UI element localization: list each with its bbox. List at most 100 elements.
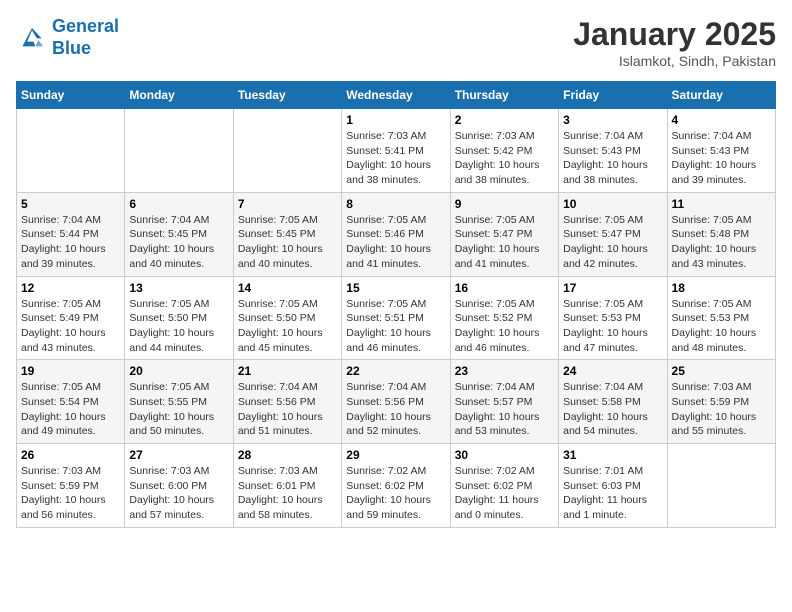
day-info: Sunrise: 7:05 AMSunset: 5:49 PMDaylight:… bbox=[21, 297, 120, 356]
day-cell: 23Sunrise: 7:04 AMSunset: 5:57 PMDayligh… bbox=[450, 360, 558, 444]
day-cell: 26Sunrise: 7:03 AMSunset: 5:59 PMDayligh… bbox=[17, 444, 125, 528]
day-cell: 13 Sunrise: 7:05 AMSunset: 5:50 PMDayligh… bbox=[125, 276, 233, 360]
day-info: Sunrise: 7:05 AMSunset: 5:45 PMDaylight:… bbox=[238, 213, 337, 272]
weekday-header-row: SundayMondayTuesdayWednesdayThursdayFrid… bbox=[17, 82, 776, 109]
weekday-header-thursday: Thursday bbox=[450, 82, 558, 109]
day-cell: 1Sunrise: 7:03 AMSunset: 5:41 PMDaylight… bbox=[342, 109, 450, 193]
location: Islamkot, Sindh, Pakistan bbox=[573, 53, 776, 69]
page-header: General Blue January 2025 Islamkot, Sind… bbox=[16, 16, 776, 69]
day-info: Sunrise: 7:04 AMSunset: 5:56 PMDaylight:… bbox=[346, 380, 445, 439]
logo: General Blue bbox=[16, 16, 119, 59]
day-cell: 28 Sunrise: 7:03 AMSunset: 6:01 PMDayligh… bbox=[233, 444, 341, 528]
weekday-header-wednesday: Wednesday bbox=[342, 82, 450, 109]
day-number: 31 bbox=[563, 448, 662, 462]
day-cell bbox=[667, 444, 775, 528]
day-cell: 2 Sunrise: 7:03 AMSunset: 5:42 PMDaylight… bbox=[450, 109, 558, 193]
day-cell: 27Sunrise: 7:03 AMSunset: 6:00 PMDayligh… bbox=[125, 444, 233, 528]
day-info: Sunrise: 7:05 AMSunset: 5:53 PMDaylight:… bbox=[563, 297, 662, 356]
day-number: 29 bbox=[346, 448, 445, 462]
day-number: 5 bbox=[21, 197, 120, 211]
day-info: Sunrise: 7:05 AMSunset: 5:47 PMDaylight:… bbox=[563, 213, 662, 272]
day-number: 20 bbox=[129, 364, 228, 378]
week-row-5: 26Sunrise: 7:03 AMSunset: 5:59 PMDayligh… bbox=[17, 444, 776, 528]
day-number: 24 bbox=[563, 364, 662, 378]
day-number: 7 bbox=[238, 197, 337, 211]
day-number: 10 bbox=[563, 197, 662, 211]
week-row-4: 19Sunrise: 7:05 AMSunset: 5:54 PMDayligh… bbox=[17, 360, 776, 444]
weekday-header-friday: Friday bbox=[559, 82, 667, 109]
weekday-header-monday: Monday bbox=[125, 82, 233, 109]
day-info: Sunrise: 7:05 AMSunset: 5:46 PMDaylight:… bbox=[346, 213, 445, 272]
day-info: Sunrise: 7:04 AMSunset: 5:45 PMDaylight:… bbox=[129, 213, 228, 272]
day-number: 27 bbox=[129, 448, 228, 462]
day-number: 22 bbox=[346, 364, 445, 378]
day-cell: 12 Sunrise: 7:05 AMSunset: 5:49 PMDayligh… bbox=[17, 276, 125, 360]
day-info: Sunrise: 7:05 AMSunset: 5:47 PMDaylight:… bbox=[455, 213, 554, 272]
day-number: 14 bbox=[238, 281, 337, 295]
day-info: Sunrise: 7:02 AMSunset: 6:02 PMDaylight:… bbox=[455, 464, 554, 523]
day-number: 4 bbox=[672, 113, 771, 127]
day-info: Sunrise: 7:04 AMSunset: 5:43 PMDaylight:… bbox=[672, 129, 771, 188]
day-cell: 11 Sunrise: 7:05 AMSunset: 5:48 PMDayligh… bbox=[667, 192, 775, 276]
day-cell: 14 Sunrise: 7:05 AMSunset: 5:50 PMDayligh… bbox=[233, 276, 341, 360]
day-cell: 30 Sunrise: 7:02 AMSunset: 6:02 PMDayligh… bbox=[450, 444, 558, 528]
day-cell: 24 Sunrise: 7:04 AMSunset: 5:58 PMDayligh… bbox=[559, 360, 667, 444]
day-cell: 16Sunrise: 7:05 AMSunset: 5:52 PMDayligh… bbox=[450, 276, 558, 360]
day-info: Sunrise: 7:03 AMSunset: 5:42 PMDaylight:… bbox=[455, 129, 554, 188]
day-number: 8 bbox=[346, 197, 445, 211]
day-info: Sunrise: 7:05 AMSunset: 5:50 PMDaylight:… bbox=[129, 297, 228, 356]
week-row-1: 1Sunrise: 7:03 AMSunset: 5:41 PMDaylight… bbox=[17, 109, 776, 193]
day-number: 1 bbox=[346, 113, 445, 127]
day-info: Sunrise: 7:05 AMSunset: 5:48 PMDaylight:… bbox=[672, 213, 771, 272]
day-number: 16 bbox=[455, 281, 554, 295]
day-cell bbox=[233, 109, 341, 193]
day-number: 9 bbox=[455, 197, 554, 211]
logo-line2: Blue bbox=[52, 38, 91, 58]
day-cell bbox=[17, 109, 125, 193]
day-number: 30 bbox=[455, 448, 554, 462]
day-cell: 31 Sunrise: 7:01 AMSunset: 6:03 PMDayligh… bbox=[559, 444, 667, 528]
day-number: 12 bbox=[21, 281, 120, 295]
day-cell: 22 Sunrise: 7:04 AMSunset: 5:56 PMDayligh… bbox=[342, 360, 450, 444]
day-cell: 21Sunrise: 7:04 AMSunset: 5:56 PMDayligh… bbox=[233, 360, 341, 444]
day-cell: 4 Sunrise: 7:04 AMSunset: 5:43 PMDaylight… bbox=[667, 109, 775, 193]
week-row-3: 12 Sunrise: 7:05 AMSunset: 5:49 PMDayligh… bbox=[17, 276, 776, 360]
day-cell: 19Sunrise: 7:05 AMSunset: 5:54 PMDayligh… bbox=[17, 360, 125, 444]
day-info: Sunrise: 7:05 AMSunset: 5:55 PMDaylight:… bbox=[129, 380, 228, 439]
day-cell: 15Sunrise: 7:05 AMSunset: 5:51 PMDayligh… bbox=[342, 276, 450, 360]
day-number: 28 bbox=[238, 448, 337, 462]
logo-line1: General bbox=[52, 16, 119, 36]
day-cell: 18Sunrise: 7:05 AMSunset: 5:53 PMDayligh… bbox=[667, 276, 775, 360]
month-title: January 2025 bbox=[573, 16, 776, 53]
day-number: 17 bbox=[563, 281, 662, 295]
day-cell: 3 Sunrise: 7:04 AMSunset: 5:43 PMDaylight… bbox=[559, 109, 667, 193]
day-cell: 7 Sunrise: 7:05 AMSunset: 5:45 PMDaylight… bbox=[233, 192, 341, 276]
weekday-header-saturday: Saturday bbox=[667, 82, 775, 109]
day-cell: 9 Sunrise: 7:05 AMSunset: 5:47 PMDaylight… bbox=[450, 192, 558, 276]
day-info: Sunrise: 7:02 AMSunset: 6:02 PMDaylight:… bbox=[346, 464, 445, 523]
day-info: Sunrise: 7:04 AMSunset: 5:43 PMDaylight:… bbox=[563, 129, 662, 188]
title-block: January 2025 Islamkot, Sindh, Pakistan bbox=[573, 16, 776, 69]
day-info: Sunrise: 7:05 AMSunset: 5:53 PMDaylight:… bbox=[672, 297, 771, 356]
day-cell: 5Sunrise: 7:04 AMSunset: 5:44 PMDaylight… bbox=[17, 192, 125, 276]
day-cell bbox=[125, 109, 233, 193]
day-number: 11 bbox=[672, 197, 771, 211]
day-number: 2 bbox=[455, 113, 554, 127]
logo-text: General Blue bbox=[52, 16, 119, 59]
day-info: Sunrise: 7:05 AMSunset: 5:50 PMDaylight:… bbox=[238, 297, 337, 356]
weekday-header-tuesday: Tuesday bbox=[233, 82, 341, 109]
day-info: Sunrise: 7:03 AMSunset: 5:59 PMDaylight:… bbox=[21, 464, 120, 523]
day-info: Sunrise: 7:03 AMSunset: 6:01 PMDaylight:… bbox=[238, 464, 337, 523]
logo-icon bbox=[16, 24, 48, 52]
day-number: 15 bbox=[346, 281, 445, 295]
day-number: 6 bbox=[129, 197, 228, 211]
day-number: 13 bbox=[129, 281, 228, 295]
day-number: 3 bbox=[563, 113, 662, 127]
day-info: Sunrise: 7:03 AMSunset: 5:59 PMDaylight:… bbox=[672, 380, 771, 439]
day-info: Sunrise: 7:04 AMSunset: 5:58 PMDaylight:… bbox=[563, 380, 662, 439]
day-info: Sunrise: 7:04 AMSunset: 5:56 PMDaylight:… bbox=[238, 380, 337, 439]
day-cell: 10 Sunrise: 7:05 AMSunset: 5:47 PMDayligh… bbox=[559, 192, 667, 276]
day-info: Sunrise: 7:04 AMSunset: 5:57 PMDaylight:… bbox=[455, 380, 554, 439]
day-info: Sunrise: 7:01 AMSunset: 6:03 PMDaylight:… bbox=[563, 464, 662, 523]
day-cell: 20 Sunrise: 7:05 AMSunset: 5:55 PMDayligh… bbox=[125, 360, 233, 444]
